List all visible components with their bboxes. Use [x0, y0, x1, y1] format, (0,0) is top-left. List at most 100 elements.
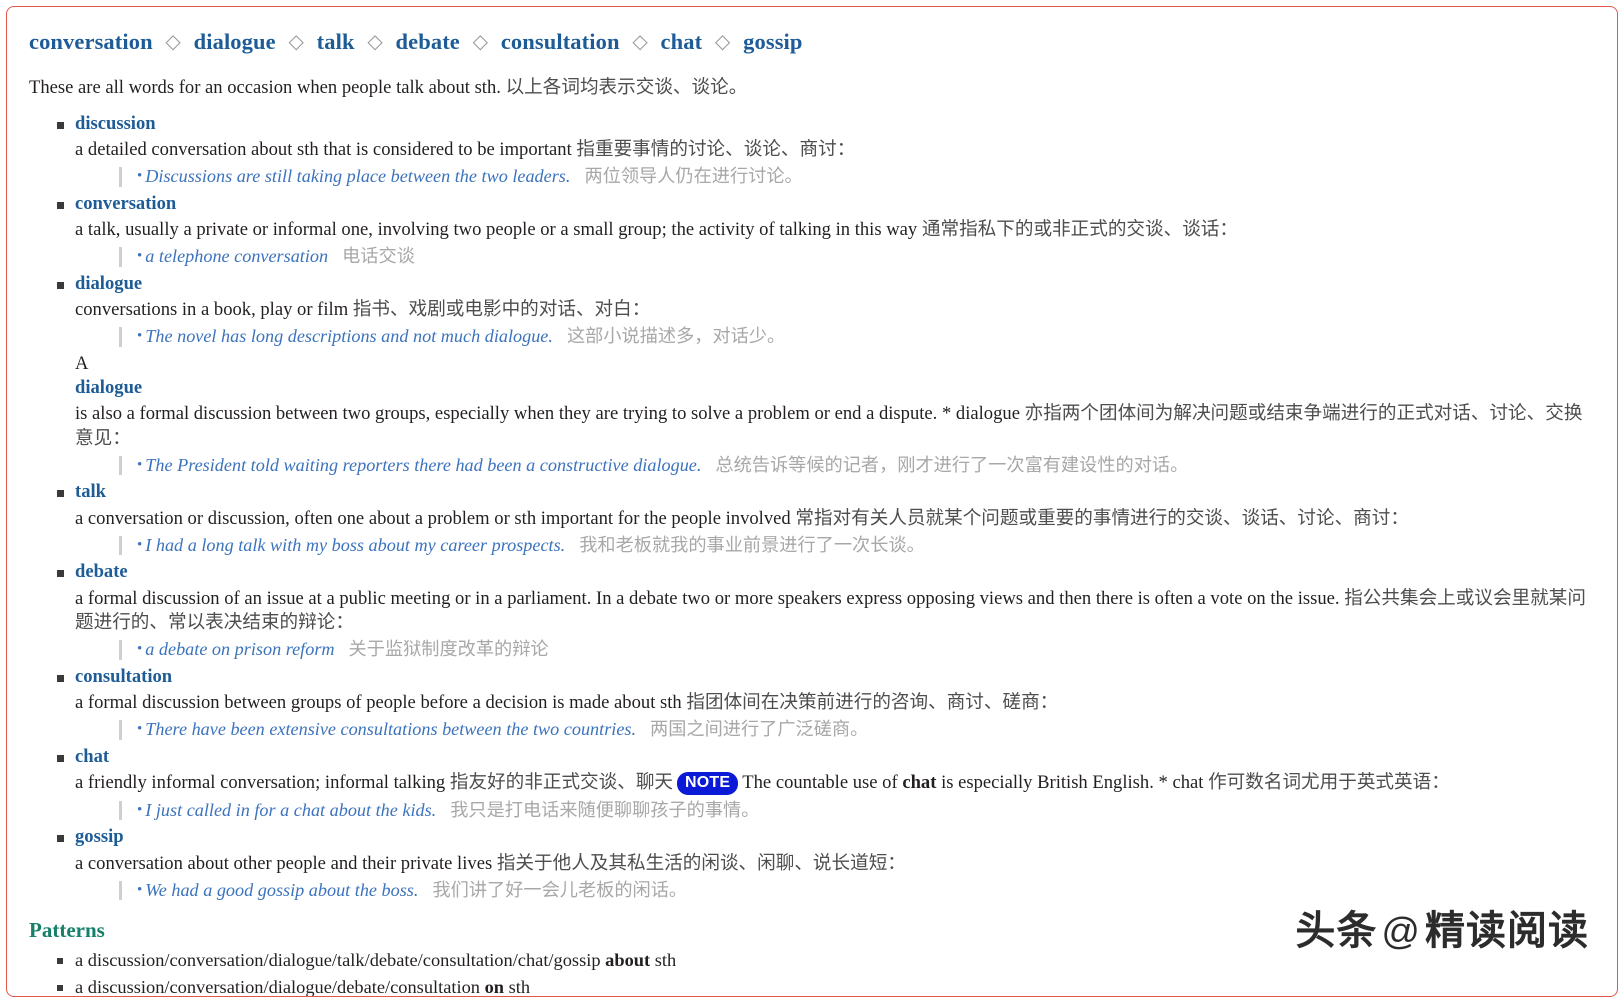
sense-term: chat	[75, 745, 110, 767]
headword-dialogue: dialogue	[193, 29, 276, 54]
definition-chinese: 常指对有关人员就某个问题或重要的事情进行的交谈、谈话、讨论、商讨：	[795, 507, 1409, 529]
sense-dialogue: dialogue conversations in a book, play o…	[29, 272, 1595, 349]
bullet-square-icon	[57, 754, 64, 762]
watermark-account: 精读阅读	[1425, 909, 1589, 953]
note-badge: NOTE	[677, 771, 739, 795]
intro-english: These are all words for an occasion when…	[29, 77, 501, 98]
example-line: • I had a long talk with my boss about my…	[119, 534, 1595, 558]
sense-debate: debate a formal discussion of an issue a…	[29, 560, 1595, 661]
bullet-square-icon	[57, 490, 64, 498]
example-bullet-icon: •	[137, 801, 143, 818]
sense-definition: a friendly informal conversation; inform…	[75, 771, 1595, 796]
definition-chinese: 指团体间在决策前进行的咨询、商讨、磋商：	[686, 691, 1059, 713]
diamond-separator-icon: ◇	[632, 31, 648, 53]
example-chinese: 总统告诉等候的记者，刚才进行了一次富有建设性的对话。	[715, 454, 1189, 475]
sense-term: dialogue	[75, 377, 143, 399]
sense-definition: a formal discussion between groups of pe…	[75, 691, 1595, 715]
sense-term: conversation	[75, 193, 177, 215]
example-english: Discussions are still taking place betwe…	[145, 166, 571, 187]
headword-chat: chat	[660, 29, 703, 54]
diamond-separator-icon: ◇	[472, 31, 489, 53]
example-chinese: 这部小说描述多，对话少。	[566, 326, 786, 347]
diamond-separator-icon: ◇	[165, 31, 181, 53]
bullet-square-icon	[57, 122, 64, 130]
example-line: • Discussions are still taking place betw…	[119, 165, 1595, 189]
example-line: • I just called in for a chat about the k…	[119, 799, 1595, 823]
sense-definition: a formal discussion of an issue at a pub…	[75, 587, 1595, 635]
definition-english: a formal discussion between groups of pe…	[75, 691, 687, 713]
intro-chinese: 以上各词均表示交谈、谈论。	[505, 77, 748, 98]
sense-definition: is also a formal discussion between two …	[75, 402, 1595, 450]
pattern-post: sth	[650, 950, 677, 971]
sense-lead-article: A	[75, 353, 89, 375]
bullet-square-icon	[57, 958, 63, 965]
patterns-list: a discussion/conversation/dialogue/talk/…	[29, 949, 1595, 997]
example-english: There have been extensive consultations …	[145, 718, 637, 739]
definition-english: a talk, usually a private or informal on…	[75, 219, 922, 241]
example-bullet-icon: •	[137, 168, 143, 185]
headword-talk: talk	[316, 29, 355, 54]
pattern-item: a discussion/conversation/dialogue/debat…	[29, 976, 1595, 997]
example-chinese: 两国之间进行了广泛磋商。	[650, 718, 869, 739]
bullet-square-icon	[57, 835, 64, 843]
headword-conversation: conversation	[29, 29, 153, 54]
example-chinese: 电话交谈	[342, 246, 415, 267]
sense-term: gossip	[75, 826, 124, 848]
headword-consultation: consultation	[500, 29, 620, 54]
definition-chinese: 指重要事情的讨论、谈论、商讨：	[576, 139, 856, 161]
sense-definition: a conversation about other people and th…	[75, 852, 1595, 876]
pattern-bold: on	[484, 976, 505, 997]
sense-talk: talk a conversation or discussion, often…	[29, 480, 1595, 557]
definition-english: a formal discussion of an issue at a pub…	[75, 587, 1345, 609]
sense-definition: a conversation or discussion, often one …	[75, 507, 1595, 531]
sense-chat: chat a friendly informal conversation; i…	[29, 745, 1595, 823]
example-line: • There have been extensive consultations…	[119, 718, 1595, 742]
note-english-pre: The countable use of	[742, 771, 903, 793]
definition-english: a conversation about other people and th…	[75, 852, 497, 874]
example-english: I had a long talk with my boss about my …	[145, 534, 566, 555]
example-line: • a telephone conversation 电话交谈	[119, 245, 1595, 269]
example-english: I just called in for a chat about the ki…	[145, 799, 437, 820]
example-chinese: 我们讲了好一会儿老板的闲话。	[432, 879, 688, 900]
sense-definition: conversations in a book, play or film 指书…	[75, 298, 1595, 322]
example-chinese: 两位领导人仍在进行讨论。	[584, 166, 803, 187]
example-english: a telephone conversation	[145, 246, 329, 267]
example-chinese: 我和老板就我的事业前景进行了一次长谈。	[579, 534, 925, 555]
pattern-post: sth	[504, 976, 531, 997]
diamond-separator-icon: ◇	[714, 31, 731, 53]
pattern-pre: a discussion/conversation/dialogue/talk/…	[75, 950, 606, 971]
bullet-square-icon	[57, 984, 63, 991]
definition-chinese: 指友好的非正式交谈、聊天	[449, 771, 674, 793]
example-bullet-icon: •	[137, 456, 143, 473]
bullet-square-icon	[57, 202, 64, 210]
diamond-separator-icon: ◇	[367, 31, 383, 53]
bullet-square-icon	[57, 282, 64, 290]
diamond-separator-icon: ◇	[288, 31, 304, 53]
page-root: conversation ◇ dialogue ◇ talk ◇ debate …	[0, 0, 1624, 1003]
sense-dialogue-formal: A dialogue is also a formal discussion b…	[29, 352, 1595, 477]
headword-list: conversation ◇ dialogue ◇ talk ◇ debate …	[29, 29, 1595, 55]
sense-discussion: discussion a detailed conversation about…	[29, 112, 1595, 189]
note-chinese: 作可数名词尤用于英式英语：	[1208, 771, 1450, 793]
example-bullet-icon: •	[137, 536, 143, 553]
headword-debate: debate	[395, 29, 460, 54]
note-english-post: is especially British English. * chat	[936, 771, 1209, 793]
example-line: • a debate on prison reform 关于监狱制度改革的辩论	[119, 638, 1595, 662]
example-bullet-icon: •	[137, 640, 143, 657]
intro-paragraph: These are all words for an occasion when…	[29, 75, 1595, 100]
dictionary-entry-card: conversation ◇ dialogue ◇ talk ◇ debate …	[6, 6, 1618, 997]
definition-english: is also a formal discussion between two …	[75, 403, 1025, 425]
watermark: 头条 @ 精读阅读	[1295, 898, 1589, 956]
definition-english: a conversation or discussion, often one …	[75, 507, 796, 529]
bullet-square-icon	[57, 674, 64, 682]
example-chinese: 我只是打电话来随便聊聊孩子的事情。	[450, 799, 760, 820]
sense-definition: a detailed conversation about sth that i…	[75, 138, 1595, 162]
sense-conversation: conversation a talk, usually a private o…	[29, 192, 1595, 269]
definition-english: conversations in a book, play or film	[75, 299, 353, 321]
pattern-pre: a discussion/conversation/dialogue/debat…	[75, 976, 485, 997]
example-chinese: 关于监狱制度改革的辩论	[348, 638, 549, 659]
example-bullet-icon: •	[137, 720, 143, 737]
definition-english: a friendly informal conversation; inform…	[75, 771, 450, 793]
definition-chinese: 指关于他人及其私生活的闲谈、闲聊、说长道短：	[496, 852, 906, 874]
example-english: The novel has long descriptions and not …	[145, 326, 553, 347]
